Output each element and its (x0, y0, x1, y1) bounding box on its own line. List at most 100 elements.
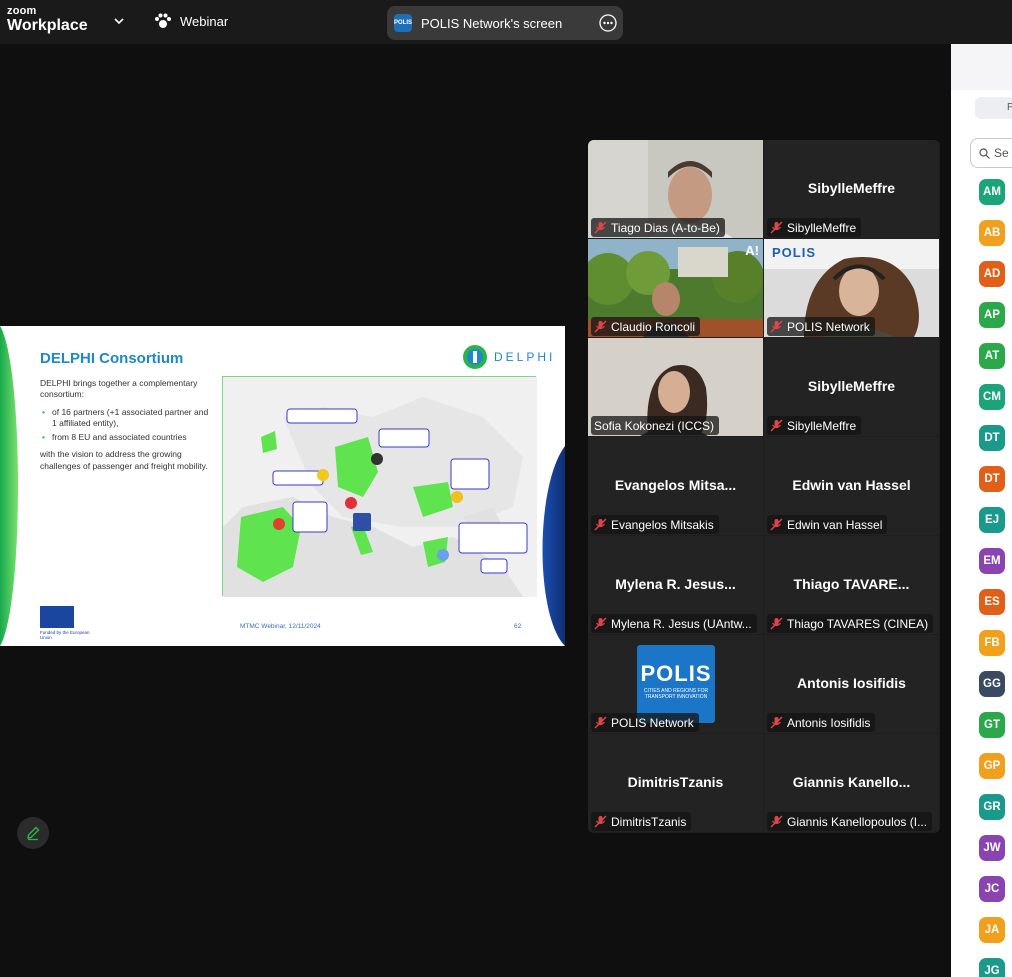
participant-avatar[interactable]: JC (979, 876, 1005, 902)
mic-muted-icon (594, 518, 607, 531)
eu-flag-icon (40, 606, 74, 628)
participant-tile[interactable]: Antonis Iosifidis Antonis Iosifidis (764, 635, 939, 733)
participant-avatar[interactable]: DT (979, 466, 1005, 492)
participant-label: Evangelos Mitsakis (591, 515, 719, 534)
participant-search-input[interactable]: Se (970, 138, 1012, 168)
participant-display-name: Thiago TAVARE... (793, 576, 910, 592)
share-title: POLIS Network's screen (421, 15, 563, 31)
participant-tile[interactable]: Evangelos Mitsa... Evangelos Mitsakis (588, 437, 763, 535)
slide-bullet: of 16 partners (+1 associated partner an… (40, 407, 215, 430)
participant-tile[interactable]: POLIS POLIS Network (764, 239, 939, 337)
zoom-workplace-logo[interactable]: zoom Workplace (7, 6, 88, 34)
more-options-icon[interactable] (599, 14, 617, 32)
participant-name: SibylleMeffre (787, 220, 857, 235)
slide-title: DELPHI Consortium (40, 350, 184, 367)
mic-muted-icon (770, 419, 783, 432)
participant-tile[interactable]: Tiago Dias (A-to-Be) (588, 140, 763, 238)
participant-label: Tiago Dias (A-to-Be) (591, 218, 725, 237)
participant-avatar[interactable]: GP (979, 753, 1005, 779)
participant-tile[interactable]: A! Claudio Roncoli (588, 239, 763, 337)
panel-tab-label: P (1007, 102, 1012, 113)
polis-banner-text: POLIS (772, 245, 817, 260)
participant-label: POLIS Network (767, 317, 875, 336)
participant-tile[interactable]: POLIS CITIES AND REGIONS FOR TRANSPORT I… (588, 635, 763, 733)
mic-muted-icon (594, 815, 607, 828)
panel-tab-button[interactable]: P (975, 97, 1012, 119)
participant-avatar[interactable]: DT (979, 425, 1005, 451)
paw-icon (155, 13, 171, 28)
participant-label: Edwin van Hassel (767, 515, 888, 534)
slide-bullets: of 16 partners (+1 associated partner an… (40, 407, 215, 444)
mic-muted-icon (594, 221, 607, 234)
webinar-label: Webinar (180, 13, 229, 29)
slide-bullet: from 8 EU and associated countries (40, 432, 215, 444)
screen-share-indicator[interactable]: POLIS POLIS Network's screen (387, 6, 623, 40)
search-icon (979, 147, 990, 159)
participant-tile[interactable]: DimitrisTzanis DimitrisTzanis (588, 734, 763, 832)
mic-muted-icon (594, 617, 607, 630)
participant-label: DimitrisTzanis (591, 812, 692, 831)
participant-tile-active-speaker[interactable]: Sofia Kokonezi (ICCS) (588, 338, 763, 436)
participant-avatar[interactable]: GT (979, 712, 1005, 738)
participant-avatar[interactable]: AD (979, 261, 1005, 287)
participant-label: Mylena R. Jesus (UAntw... (591, 614, 757, 633)
participant-label: SibylleMeffre (767, 218, 862, 237)
pencil-icon (27, 826, 40, 841)
panel-header (951, 44, 1012, 90)
participant-name: Claudio Roncoli (611, 319, 696, 334)
participant-tile[interactable]: SibylleMeffre SibylleMeffre (764, 140, 939, 238)
participant-display-name: Edwin van Hassel (792, 477, 911, 493)
participant-avatar[interactable]: GR (979, 794, 1005, 820)
participant-label: POLIS Network (591, 713, 699, 732)
mic-muted-icon (770, 320, 783, 333)
participant-tile[interactable]: Edwin van Hassel Edwin van Hassel (764, 437, 939, 535)
participant-name: Thiago TAVARES (CINEA) (787, 616, 929, 631)
participant-avatar[interactable]: ES (979, 589, 1005, 615)
mic-muted-icon (770, 221, 783, 234)
participant-avatar[interactable]: CM (979, 384, 1005, 410)
polis-logo-icon: POLIS (394, 14, 412, 32)
participant-avatar[interactable]: JW (979, 835, 1005, 861)
participant-avatar[interactable]: FB (979, 630, 1005, 656)
participant-avatar[interactable]: AT (979, 343, 1005, 369)
slide-body: DELPHI brings together a complementary c… (40, 378, 215, 472)
participant-avatar[interactable]: AB (979, 220, 1005, 246)
polis-logo-word: POLIS (640, 661, 712, 686)
participant-avatar[interactable]: EM (979, 548, 1005, 574)
participant-display-name: Evangelos Mitsa... (614, 477, 737, 493)
participant-tile[interactable]: SibylleMeffre SibylleMeffre (764, 338, 939, 436)
participant-avatar[interactable]: GG (979, 671, 1005, 697)
participant-tile[interactable]: Giannis Kanello... Giannis Kanellopoulos… (764, 734, 939, 832)
participant-name: SibylleMeffre (787, 418, 857, 433)
mic-muted-icon (770, 815, 783, 828)
mic-muted-icon (594, 716, 607, 729)
delphi-logo: DELPHI (462, 344, 555, 370)
participants-panel: P Se AM AB AD AP AT CM DT DT EJ EM ES FB GG GT GP GR JW J… (951, 44, 1012, 977)
slide-left-decoration (0, 326, 18, 646)
slide-intro: DELPHI brings together a complementary c… (40, 378, 198, 400)
participant-display-name: DimitrisTzanis (627, 774, 724, 790)
shared-slide: DELPHI Consortium DELPHI DELPHI brings t… (0, 326, 565, 646)
slide-right-decoration (542, 446, 565, 646)
brand-top: zoom (7, 5, 37, 17)
participant-name: Tiago Dias (A-to-Be) (611, 220, 720, 235)
participant-avatar[interactable]: AP (979, 302, 1005, 328)
participant-display-name: Antonis Iosifidis (797, 675, 906, 691)
slide-page-number: 62 (514, 623, 522, 630)
participant-avatar[interactable]: JA (979, 917, 1005, 943)
europe-map (222, 376, 537, 597)
participant-avatar[interactable]: JG (979, 958, 1005, 977)
delphi-wordmark: DELPHI (494, 350, 556, 364)
participant-tile[interactable]: Mylena R. Jesus... Mylena R. Jesus (UAnt… (588, 536, 763, 634)
annotate-button[interactable] (17, 817, 49, 849)
participant-name: Antonis Iosifidis (787, 715, 871, 730)
polis-profile-logo: POLIS CITIES AND REGIONS FOR TRANSPORT I… (637, 645, 715, 723)
participant-tile[interactable]: Thiago TAVARE... Thiago TAVARES (CINEA) (764, 536, 939, 634)
participant-label: Thiago TAVARES (CINEA) (767, 614, 934, 633)
slide-vision: with the vision to address the growing c… (40, 449, 208, 471)
webinar-menu[interactable]: Webinar (154, 13, 228, 29)
chevron-down-icon[interactable] (112, 14, 126, 28)
participant-avatar[interactable]: AM (979, 179, 1005, 205)
participant-name: POLIS Network (611, 715, 694, 730)
participant-avatar[interactable]: EJ (979, 507, 1005, 533)
